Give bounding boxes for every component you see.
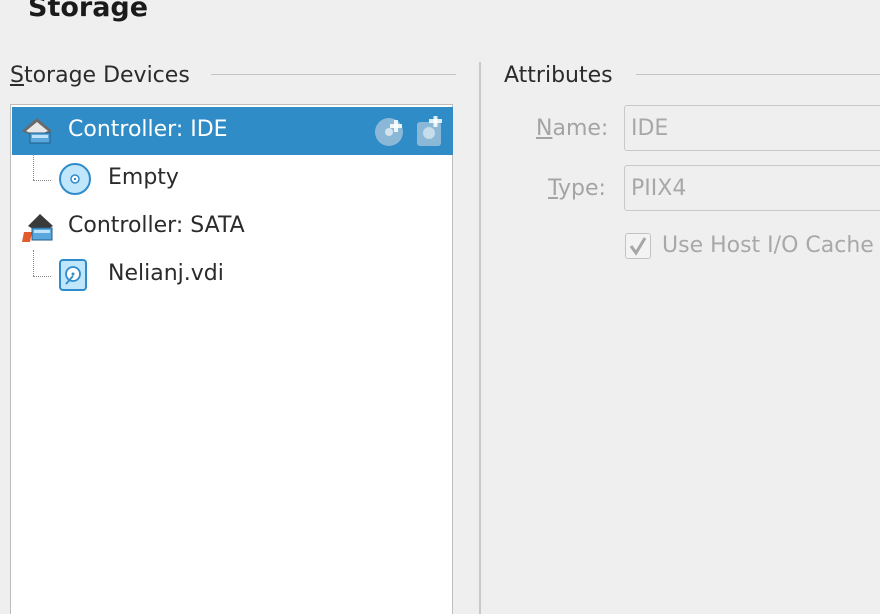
tree-item-empty[interactable]: Empty [12, 155, 453, 203]
hard-disk-icon [58, 258, 88, 296]
storage-devices-title: Storage Devices [10, 63, 190, 88]
tree-item-nelianj-vdi[interactable]: Nelianj.vdi [12, 251, 453, 299]
name-field-value: IDE [631, 116, 669, 141]
storage-devices-separator [211, 74, 456, 75]
tree-item-controller-ide[interactable]: Controller: IDE [12, 107, 453, 155]
ide-controller-icon [20, 116, 54, 150]
optical-disc-icon [58, 162, 92, 200]
storage-devices-title-text: torage Devices [23, 63, 190, 88]
type-mnemonic: T [548, 176, 559, 201]
tree-item-label: Empty [108, 165, 179, 190]
tree-item-controller-sata[interactable]: Controller: SATA [12, 203, 453, 251]
name-label-text: ame: [552, 116, 609, 141]
host-io-cache-label: Use Host I/O Cache [662, 233, 874, 258]
add-optical-drive-icon[interactable] [374, 116, 406, 152]
type-label-text: ype: [558, 176, 606, 201]
add-hard-disk-icon[interactable] [414, 115, 446, 152]
tree-item-label: Controller: SATA [68, 213, 245, 238]
type-select[interactable]: PIIX4 [624, 165, 880, 211]
attributes-separator [636, 74, 880, 75]
type-select-value: PIIX4 [631, 176, 687, 201]
checkmark-icon [629, 237, 647, 256]
type-label: Type: [548, 176, 606, 201]
panel-divider [479, 62, 481, 614]
tree-item-label: Controller: IDE [68, 117, 228, 142]
page-title: Storage [28, 0, 149, 23]
storage-tree[interactable]: Controller: IDE Empty Controller: SATA N… [10, 104, 453, 614]
name-label: Name: [536, 116, 608, 141]
name-mnemonic: N [536, 116, 553, 141]
attributes-title: Attributes [504, 63, 613, 88]
storage-settings-page: Storage Storage Devices Controller: IDE [0, 0, 880, 614]
tree-item-label: Nelianj.vdi [108, 261, 224, 286]
name-field[interactable]: IDE [624, 105, 880, 151]
sata-controller-icon [20, 212, 54, 248]
host-io-cache-checkbox[interactable] [625, 233, 651, 259]
storage-devices-mnemonic: S [10, 63, 24, 88]
